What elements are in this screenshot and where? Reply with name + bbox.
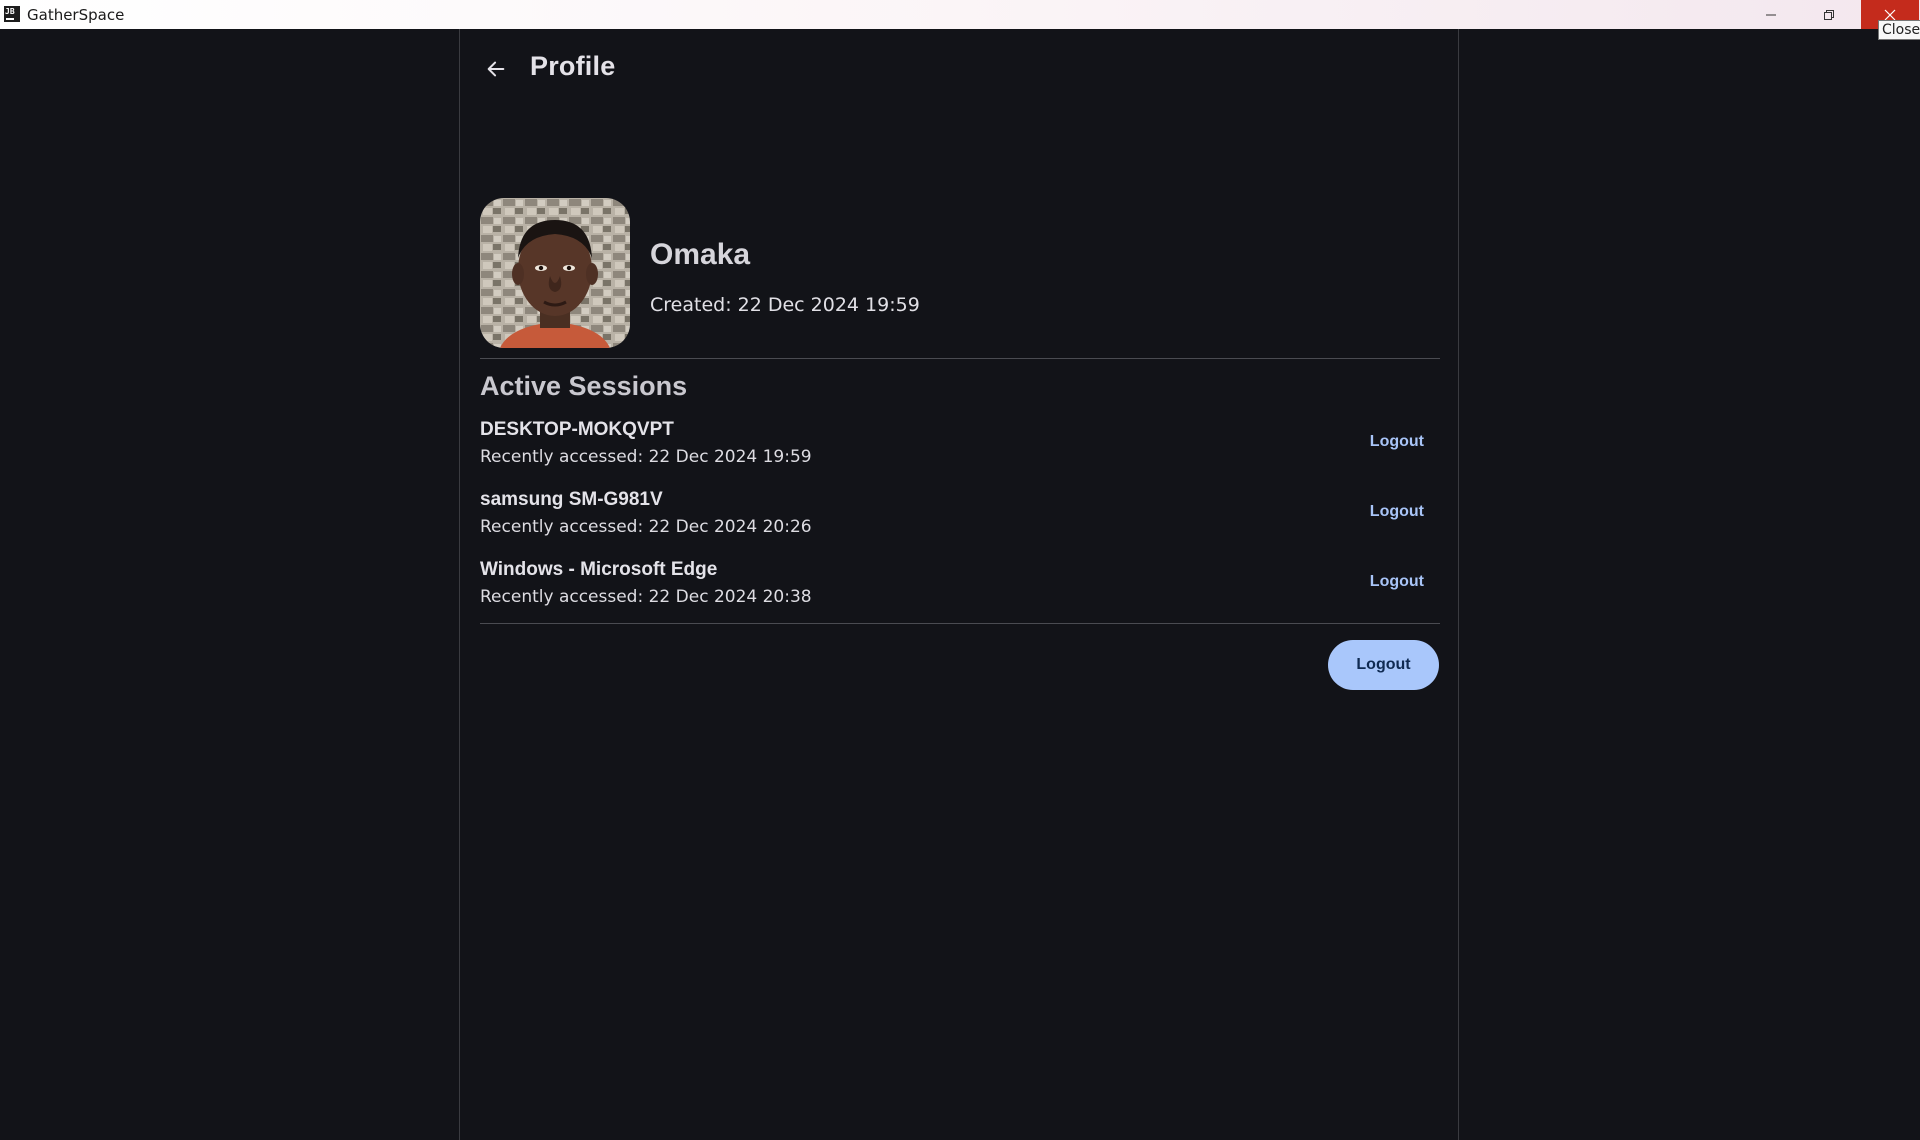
- minimize-icon: [1766, 14, 1776, 15]
- restore-icon: [1824, 9, 1834, 20]
- close-tooltip: Close: [1878, 20, 1920, 40]
- session-logout-button[interactable]: Logout: [1370, 573, 1424, 591]
- session-item: samsung SM-G981V Recently accessed: 22 D…: [480, 489, 1440, 549]
- back-button[interactable]: [480, 53, 512, 85]
- session-item: Windows - Microsoft Edge Recently access…: [480, 559, 1440, 619]
- account-created-date: Created: 22 Dec 2024 19:59: [650, 294, 920, 316]
- session-device-name: samsung SM-G981V: [480, 489, 663, 510]
- session-last-accessed: Recently accessed: 22 Dec 2024 19:59: [480, 447, 812, 467]
- page-title: Profile: [530, 51, 616, 81]
- profile-page: Profile Omaka Created: 22 Dec 2024 19:59…: [459, 29, 1459, 1140]
- profile-card: Omaka Created: 22 Dec 2024 19:59: [480, 198, 1440, 348]
- session-last-accessed: Recently accessed: 22 Dec 2024 20:38: [480, 587, 812, 607]
- session-last-accessed: Recently accessed: 22 Dec 2024 20:26: [480, 517, 812, 537]
- minimize-button[interactable]: [1742, 0, 1800, 29]
- app-logo-icon: JB: [4, 6, 20, 22]
- session-device-name: Windows - Microsoft Edge: [480, 559, 718, 580]
- window-titlebar: JB GatherSpace: [0, 0, 1920, 29]
- user-name: Omaka: [650, 238, 751, 271]
- divider: [480, 358, 1440, 359]
- divider: [480, 623, 1440, 624]
- session-logout-button[interactable]: Logout: [1370, 503, 1424, 521]
- avatar-photo: [480, 198, 630, 348]
- sessions-heading: Active Sessions: [480, 371, 688, 401]
- session-item: DESKTOP-MOKQVPT Recently accessed: 22 De…: [480, 419, 1440, 479]
- logout-button[interactable]: Logout: [1328, 640, 1439, 690]
- window-title: GatherSpace: [27, 6, 125, 24]
- session-logout-button[interactable]: Logout: [1370, 433, 1424, 451]
- session-device-name: DESKTOP-MOKQVPT: [480, 419, 674, 440]
- top-app-bar: Profile: [460, 29, 1458, 109]
- restore-button[interactable]: [1800, 0, 1858, 29]
- close-icon: [1884, 9, 1896, 20]
- arrow-left-icon: [487, 61, 505, 77]
- avatar: [480, 198, 630, 348]
